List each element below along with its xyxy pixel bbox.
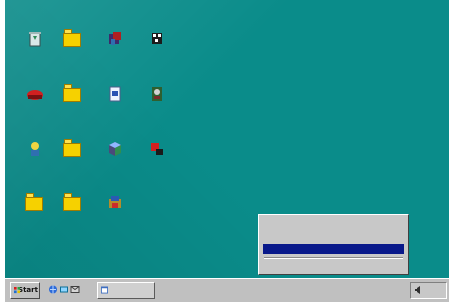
application-icon (152, 87, 162, 101)
taskbar: Start (5, 278, 449, 302)
folder-icon (63, 84, 83, 104)
context-menu-item-5[interactable] (263, 268, 404, 278)
system-tray (410, 282, 447, 299)
start-label: Start (18, 286, 38, 294)
desktop-icon-5[interactable] (14, 84, 56, 126)
desktop-icon-2[interactable] (52, 29, 94, 71)
desktop-icon[interactable] (59, 284, 69, 295)
program-icon (109, 32, 121, 45)
mail-icon[interactable] (70, 284, 80, 295)
screen: Start (0, 0, 449, 302)
speaker-icon[interactable] (414, 286, 422, 294)
game-icon (152, 33, 162, 44)
desktop-icon-13[interactable] (14, 193, 56, 235)
desktop-icon-4[interactable] (136, 29, 178, 71)
taskbar-window-button[interactable] (97, 282, 155, 299)
mail-icon (27, 90, 43, 100)
desktop-icon-15[interactable] (94, 193, 136, 235)
start-button[interactable]: Start (10, 282, 40, 299)
desktop-icon-10[interactable] (52, 139, 94, 181)
folder-icon (63, 193, 83, 213)
folder-icon (63, 139, 83, 159)
desktop-icon-3[interactable] (94, 29, 136, 71)
folder-icon (63, 29, 83, 49)
folder-icon (25, 193, 45, 213)
recycle-bin-icon (29, 32, 41, 47)
desktop-icon-11[interactable] (94, 139, 136, 181)
desktop-icon-14[interactable] (52, 193, 94, 235)
context-menu[interactable] (258, 214, 409, 275)
windows-logo-icon (14, 287, 21, 294)
desktop-icon-9[interactable] (14, 139, 56, 181)
context-menu-item-selected[interactable] (263, 244, 404, 254)
desktop[interactable] (5, 0, 449, 278)
cube-icon (109, 142, 121, 156)
desktop-icon-1[interactable] (14, 29, 56, 71)
desktop-icon-7[interactable] (94, 84, 136, 126)
desktop-icon-8[interactable] (136, 84, 178, 126)
installer-icon (109, 196, 121, 208)
document-icon (109, 86, 121, 102)
browser-icon[interactable] (48, 284, 58, 295)
tool-icon (151, 143, 163, 155)
window-icon (101, 286, 108, 294)
context-menu-item-1[interactable] (263, 220, 404, 230)
network-icon (31, 142, 39, 156)
menu-separator (264, 257, 403, 259)
desktop-icon-6[interactable] (52, 84, 94, 126)
desktop-icon-12[interactable] (136, 139, 178, 181)
context-menu-item-2[interactable] (263, 232, 404, 242)
quick-launch (48, 283, 82, 298)
